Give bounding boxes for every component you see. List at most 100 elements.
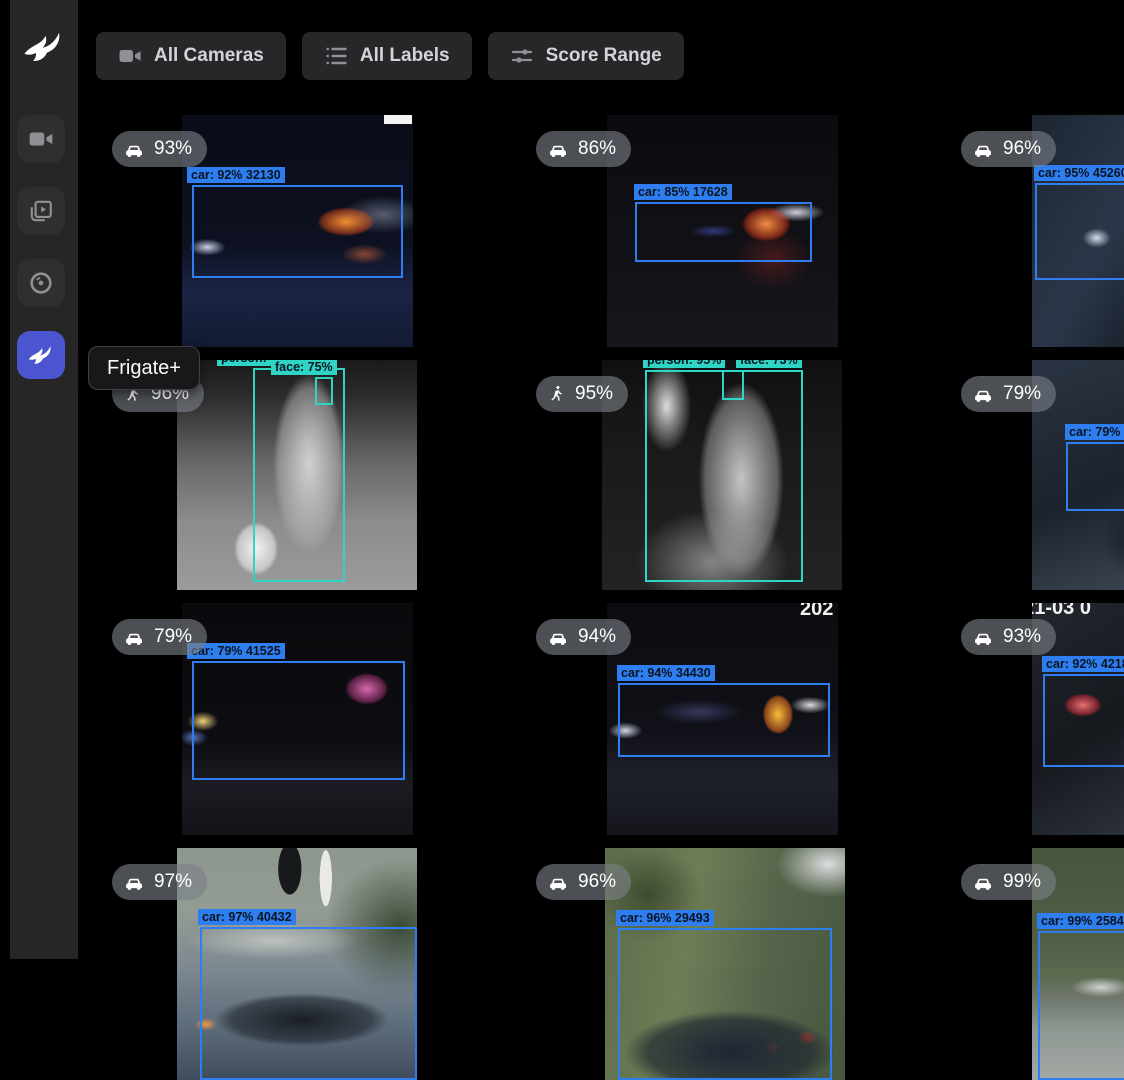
snapshot-cell[interactable]: car: 96% 29493 96%: [520, 848, 944, 1080]
score-value: 96%: [1003, 138, 1041, 160]
score-badge: 95%: [536, 376, 628, 412]
camera-timestamp: 021-03 0: [1032, 603, 1091, 620]
score-value: 97%: [154, 871, 192, 893]
sidebar-item-live[interactable]: [17, 115, 65, 163]
car-bounding-box: [618, 683, 830, 757]
person-bounding-box: [722, 370, 744, 400]
score-value: 95%: [575, 383, 613, 405]
snapshot-cell[interactable]: car: 92% 32130 93%: [96, 115, 520, 347]
car-icon: [973, 384, 994, 405]
car-icon: [124, 627, 145, 648]
snapshot-grid: car: 92% 32130 93% car: 85% 17628 86% car: 9…: [0, 0, 1124, 959]
score-value: 94%: [578, 626, 616, 648]
detection-label: car: 94% 34430: [617, 665, 715, 681]
snapshot-cell[interactable]: car: 94% 34430 202 94%: [520, 603, 944, 835]
snapshot-image[interactable]: car: 85% 17628: [607, 115, 838, 347]
car-icon: [548, 872, 569, 893]
detection-label: face: 73%: [736, 360, 802, 368]
snapshot-cell[interactable]: car: 97% 4043297%: [96, 848, 520, 1080]
snapshot-cell[interactable]: car: 79% 79%: [945, 360, 1124, 592]
score-badge: 93%: [112, 131, 207, 167]
car-bounding-box: [1035, 183, 1124, 280]
car-icon: [548, 627, 569, 648]
car-bounding-box: [1038, 931, 1124, 1080]
score-range-label: Score Range: [546, 45, 662, 67]
score-badge: 96%: [961, 131, 1056, 167]
snapshot-cell[interactable]: person: 95% face: 73% 95%: [520, 360, 944, 592]
detection-label: car: 92% 32130: [187, 167, 285, 183]
detection-label: car: 96% 29493: [616, 910, 714, 926]
person-icon: [548, 385, 566, 403]
detection-label: car: 85% 17628: [634, 184, 732, 200]
snapshot-cell[interactable]: car: 99% 25841 99%: [945, 848, 1124, 1080]
car-icon: [973, 872, 994, 893]
camera-timestamp: 202: [800, 603, 833, 621]
snapshot-cell[interactable]: car: 92% 42186 021-03 093%: [945, 603, 1124, 835]
timestamp-fragment: [384, 115, 412, 124]
car-bounding-box: [200, 927, 417, 1080]
tooltip-label: Frigate+: [107, 357, 181, 380]
sidebar: [0, 0, 80, 959]
snapshot-cell[interactable]: car: 85% 17628 86%: [520, 115, 944, 347]
video-camera-icon: [118, 44, 142, 68]
car-icon: [124, 872, 145, 893]
score-badge: 86%: [536, 131, 631, 167]
frigate-plus-tooltip: Frigate+: [88, 346, 200, 390]
frigate-logo: [20, 22, 68, 72]
sliders-icon: [510, 44, 534, 68]
detection-label: car: 79%: [1065, 424, 1124, 440]
all-cameras-label: All Cameras: [154, 45, 264, 67]
snapshot-image[interactable]: car: 97% 40432: [177, 848, 417, 1080]
frigate-bird-icon: [26, 340, 56, 370]
score-badge: 94%: [536, 619, 631, 655]
car-bounding-box: [635, 202, 812, 262]
car-icon: [973, 627, 994, 648]
review-icon: [28, 198, 54, 224]
detection-label: car: 95% 45260: [1034, 165, 1124, 181]
score-value: 99%: [1003, 871, 1041, 893]
score-badge: 99%: [961, 864, 1056, 900]
snapshot-cell[interactable]: car: 95% 45260 96%: [945, 115, 1124, 347]
detection-label: face: 75%: [271, 360, 337, 375]
snapshot-image[interactable]: person: 96%face: 75%: [177, 360, 417, 590]
snapshot-image[interactable]: car: 96% 29493: [605, 848, 845, 1080]
sidebar-item-review[interactable]: [17, 187, 65, 235]
detection-label: car: 99% 25841: [1037, 913, 1124, 929]
car-bounding-box: [192, 185, 403, 278]
all-labels-label: All Labels: [360, 45, 450, 67]
snapshot-image[interactable]: car: 92% 32130: [182, 115, 413, 347]
frigate-bird-icon: [20, 22, 68, 72]
detection-label: person: 95%: [643, 360, 725, 368]
all-cameras-button[interactable]: All Cameras: [96, 32, 286, 80]
score-badge: 96%: [536, 864, 631, 900]
detection-label: car: 92% 42186: [1042, 656, 1124, 672]
score-value: 79%: [154, 626, 192, 648]
score-range-button[interactable]: Score Range: [488, 32, 684, 80]
snapshot-image[interactable]: person: 95% face: 73%: [602, 360, 842, 590]
list-icon: [324, 44, 348, 68]
car-bounding-box: [192, 661, 405, 780]
score-badge: 97%: [112, 864, 207, 900]
score-value: 86%: [578, 138, 616, 160]
score-badge: 93%: [961, 619, 1056, 655]
person-bounding-box: [315, 377, 333, 405]
all-labels-button[interactable]: All Labels: [302, 32, 472, 80]
snapshot-cell[interactable]: car: 79% 4152579%: [96, 603, 520, 835]
score-badge: 79%: [112, 619, 207, 655]
car-bounding-box: [1066, 442, 1124, 511]
snapshot-cell[interactable]: person: 96%face: 75%96%: [96, 360, 520, 592]
window-edge: [0, 0, 10, 959]
score-value: 93%: [154, 138, 192, 160]
snapshot-image[interactable]: car: 79% 41525: [182, 603, 413, 835]
car-bounding-box: [1043, 674, 1124, 767]
sidebar-item-export[interactable]: [17, 259, 65, 307]
filter-bar: All Cameras All Labels Score Range: [96, 32, 684, 80]
person-bounding-box: [645, 370, 803, 582]
score-value: 79%: [1003, 383, 1041, 405]
score-value: 96%: [578, 871, 616, 893]
disc-icon: [28, 270, 54, 296]
snapshot-image[interactable]: car: 94% 34430 202: [607, 603, 838, 835]
score-badge: 79%: [961, 376, 1056, 412]
sidebar-item-frigate-plus[interactable]: [17, 331, 65, 379]
car-icon: [548, 139, 569, 160]
